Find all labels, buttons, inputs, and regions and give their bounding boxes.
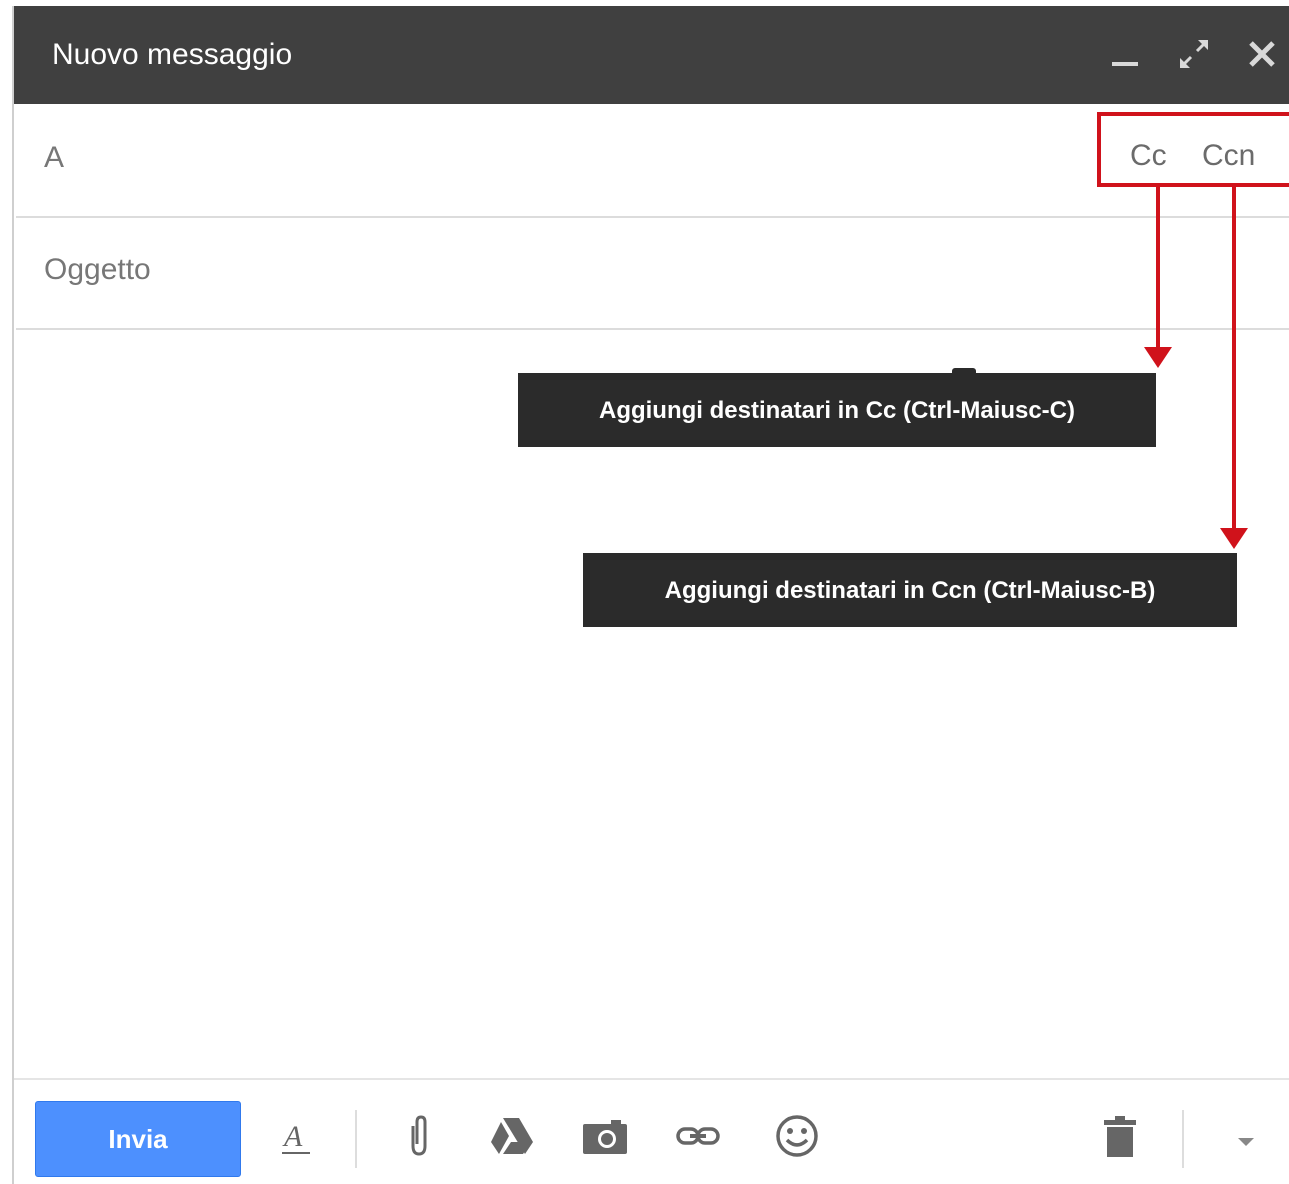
ccn-tooltip: Aggiungi destinatari in Ccn (Ctrl-Maiusc… [583, 553, 1237, 627]
more-options-icon[interactable] [1222, 1112, 1270, 1160]
link-icon[interactable] [674, 1112, 722, 1160]
compose-title: Nuovo messaggio [52, 38, 293, 71]
subject-field[interactable]: Oggetto [16, 216, 1289, 330]
to-label: A [44, 141, 65, 174]
attach-icon[interactable] [395, 1112, 443, 1160]
subject-placeholder: Oggetto [44, 253, 151, 286]
minimize-icon[interactable] [1108, 36, 1144, 72]
toolbar-divider-right [1182, 1110, 1184, 1168]
camera-icon[interactable] [581, 1112, 629, 1160]
cc-tooltip: Aggiungi destinatari in Cc (Ctrl-Maiusc-… [518, 373, 1156, 447]
close-icon[interactable] [1244, 36, 1280, 72]
expand-icon[interactable] [1176, 36, 1212, 72]
send-button[interactable]: Invia [35, 1101, 241, 1177]
svg-text:A: A [282, 1120, 303, 1153]
trash-icon[interactable] [1096, 1112, 1144, 1160]
compose-titlebar: Nuovo messaggio [14, 6, 1289, 104]
drive-icon[interactable] [487, 1112, 535, 1160]
toolbar-divider [355, 1110, 357, 1168]
emoji-icon[interactable] [773, 1112, 821, 1160]
toolbar-separator [14, 1078, 1289, 1080]
formatting-icon[interactable]: A [274, 1112, 322, 1160]
cc-ccn-highlight-box [1097, 112, 1289, 187]
